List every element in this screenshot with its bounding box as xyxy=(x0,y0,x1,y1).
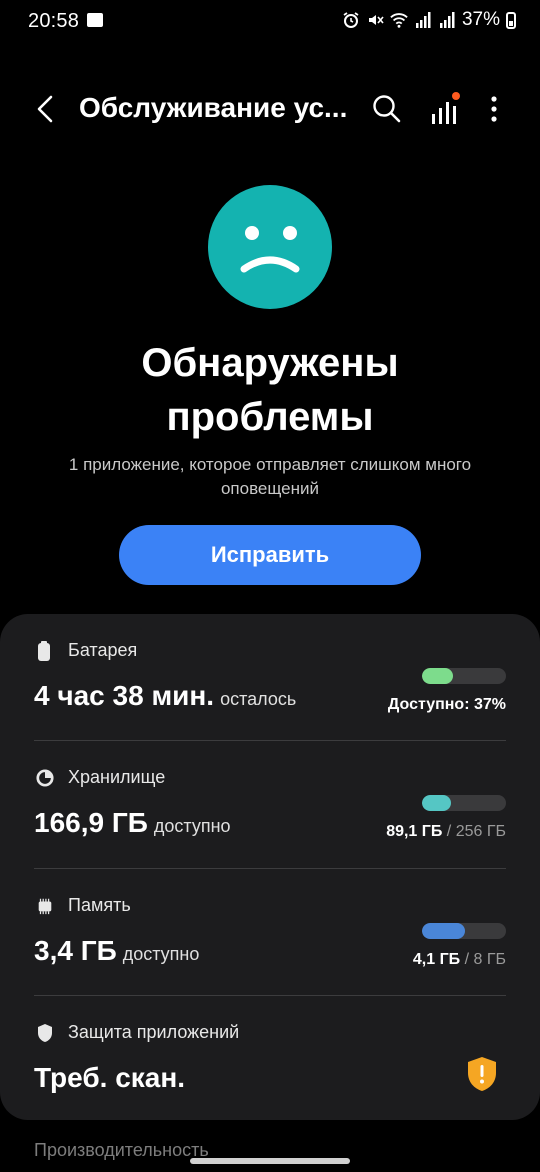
headline-line-1: Обнаружены xyxy=(141,341,399,385)
storage-value-row: 166,9 ГБ доступно xyxy=(34,807,231,839)
battery-title: Батарея xyxy=(68,640,138,660)
search-icon[interactable] xyxy=(370,92,404,126)
battery-value: 4 час 38 мин. xyxy=(34,680,215,711)
shield-icon xyxy=(38,1023,52,1042)
page-title: Обслуживание ус... xyxy=(79,92,348,123)
status-bar: 20:58 37% xyxy=(0,0,540,44)
battery-section[interactable]: Батарея 4 час 38 мин. осталось Доступно: … xyxy=(0,614,540,740)
memory-chip-icon xyxy=(38,898,52,914)
battery-bar xyxy=(422,668,506,684)
app-bar: Обслуживание ус... xyxy=(0,80,540,138)
memory-bar xyxy=(422,923,506,939)
storage-used: 89,1 ГБ xyxy=(386,823,443,840)
storage-section[interactable]: Хранилище 166,9 ГБ доступно 89,1 ГБ / 256… xyxy=(0,741,540,868)
storage-value: 166,9 ГБ xyxy=(34,807,148,838)
subtext-line-2: оповещений xyxy=(220,479,320,498)
sad-face-icon xyxy=(208,185,332,309)
storage-header: Хранилище xyxy=(36,767,165,788)
memory-section[interactable]: Память 3,4 ГБ доступно 4,1 ГБ / 8 ГБ xyxy=(0,869,540,995)
device-status-card: Батарея 4 час 38 мин. осталось Доступно: … xyxy=(0,614,540,1120)
signal-icon xyxy=(415,12,431,28)
battery-percent: 37% xyxy=(461,9,500,30)
battery-icon xyxy=(506,11,516,29)
memory-unit: доступно xyxy=(122,944,200,964)
wifi-icon xyxy=(390,13,408,28)
memory-bar-label: 4,1 ГБ / 8 ГБ xyxy=(413,951,506,969)
stats-icon[interactable] xyxy=(428,90,462,128)
memory-header: Память xyxy=(36,895,131,916)
headline-line-2: проблемы xyxy=(166,395,374,439)
storage-total: / 256 ГБ xyxy=(446,823,506,840)
memory-value-row: 3,4 ГБ доступно xyxy=(34,935,199,967)
battery-icon xyxy=(38,640,50,661)
battery-bar-fill xyxy=(422,668,454,684)
performance-section-title: Производительность xyxy=(34,1140,209,1160)
battery-available: Доступно: 37% xyxy=(387,696,506,713)
memory-used: 4,1 ГБ xyxy=(412,951,461,968)
app-protection-section[interactable]: Защита приложений Треб. скан. xyxy=(0,996,540,1120)
storage-unit: доступно xyxy=(153,816,231,836)
storage-bar-fill xyxy=(422,795,452,811)
mute-icon xyxy=(368,15,384,25)
back-arrow-icon xyxy=(37,95,53,123)
battery-header: Батарея xyxy=(36,640,137,661)
problems-headline: Обнаружены проблемы xyxy=(0,336,540,444)
battery-bar-label: Доступно: 37% xyxy=(388,696,506,714)
app-protection-value: Треб. скан. xyxy=(34,1062,186,1093)
storage-title: Хранилище xyxy=(68,767,166,787)
app-protection-header: Защита приложений xyxy=(36,1022,239,1043)
memory-bar-fill xyxy=(422,923,465,939)
alarm-icon xyxy=(343,12,359,28)
subtext-line-1: 1 приложение, которое отправляет слишком… xyxy=(68,455,472,474)
fix-button[interactable]: Исправить xyxy=(119,525,421,585)
storage-pie-icon xyxy=(36,768,54,787)
gallery-notification-icon xyxy=(87,13,103,27)
signal-2-icon xyxy=(439,12,455,28)
home-indicator[interactable] xyxy=(190,1158,350,1164)
status-icons: 37% xyxy=(342,9,516,31)
status-time: 20:58 xyxy=(28,10,80,32)
memory-total: / 8 ГБ xyxy=(464,951,506,968)
warning-shield-icon xyxy=(468,1057,496,1091)
battery-value-row: 4 час 38 мин. осталось xyxy=(34,680,296,712)
storage-bar-label: 89,1 ГБ / 256 ГБ xyxy=(386,823,506,841)
memory-value: 3,4 ГБ xyxy=(34,935,117,966)
memory-title: Память xyxy=(68,895,131,915)
back-button[interactable] xyxy=(28,90,62,128)
problems-description: 1 приложение, которое отправляет слишком… xyxy=(40,453,500,501)
app-protection-title: Защита приложений xyxy=(68,1022,240,1042)
battery-unit: осталось xyxy=(220,689,297,709)
more-options-icon[interactable] xyxy=(480,92,508,126)
storage-bar xyxy=(422,795,506,811)
